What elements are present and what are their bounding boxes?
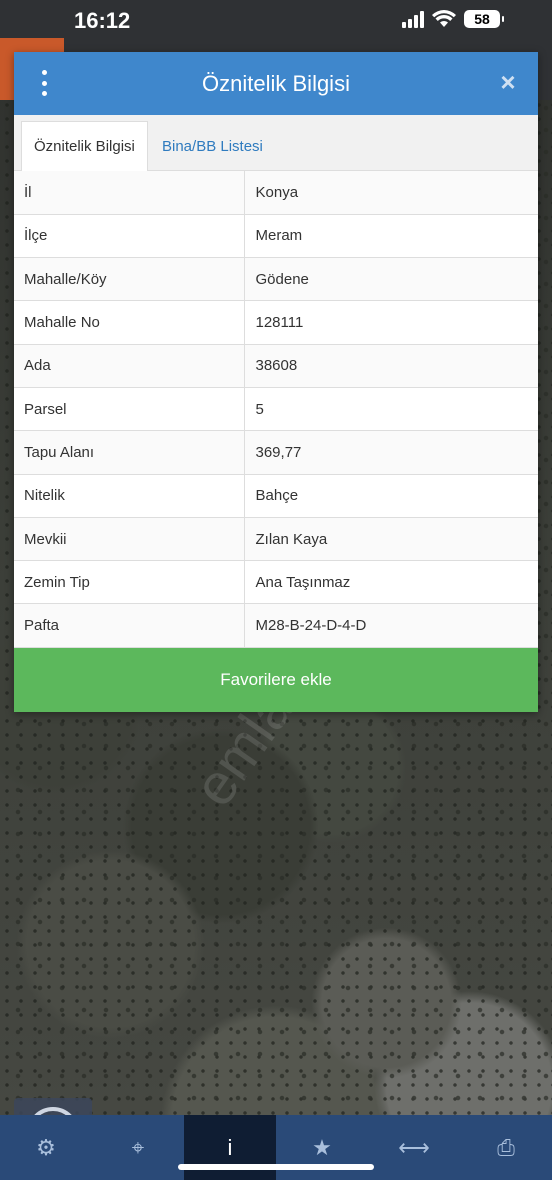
table-row: Nitelik Bahçe (14, 474, 538, 518)
attribute-value: M28-B-24-D-4-D (244, 603, 538, 648)
table-row: Mahalle No 128111 (14, 300, 538, 345)
crosshair-icon[interactable]: ⌖ (92, 1115, 184, 1180)
table-row: İl Konya (14, 171, 538, 215)
attribute-value: 38608 (244, 344, 538, 388)
status-time: 16:12 (74, 8, 131, 33)
gear-icon[interactable]: ⚙ (0, 1115, 92, 1180)
attribute-value: Ana Taşınmaz (244, 560, 538, 605)
dialog-title: Öznitelik Bilgisi (202, 70, 350, 96)
status-bar: 16:12 58 (0, 0, 552, 42)
info-icon[interactable]: i (184, 1115, 276, 1180)
attribute-key: Tapu Alanı (14, 430, 245, 475)
dialog-header: Öznitelik Bilgisi × (14, 52, 538, 115)
attribute-key: Pafta (14, 603, 245, 648)
attribute-key: İl (14, 171, 245, 215)
table-row: Pafta M28-B-24-D-4-D (14, 603, 538, 648)
table-row: Mevkii Zılan Kaya (14, 517, 538, 562)
attribute-value: 369,77 (244, 430, 538, 475)
close-icon[interactable]: × (494, 68, 522, 96)
attribute-key: Ada (14, 344, 245, 388)
table-row: Zemin Tip Ana Taşınmaz (14, 560, 538, 605)
attribute-key: Zemin Tip (14, 560, 245, 605)
table-row: Ada 38608 (14, 344, 538, 388)
tab-attribute-info[interactable]: Öznitelik Bilgisi (21, 121, 148, 171)
wifi-icon (432, 10, 456, 27)
signal-icon (402, 10, 424, 28)
status-icons: 58 (402, 10, 504, 28)
add-favorite-button[interactable]: Favorilere ekle (14, 648, 538, 712)
table-row: Parsel 5 (14, 387, 538, 432)
attribute-value: 5 (244, 387, 538, 432)
table-row: Mahalle/Köy Gödene (14, 257, 538, 302)
table-row: İlçe Meram (14, 214, 538, 259)
attribute-value: Konya (244, 171, 538, 215)
print-icon[interactable]: ⎙ (460, 1115, 552, 1180)
attribute-table: İl Konya İlçe Meram Mahalle/Köy Gödene Mahalle… (14, 171, 538, 648)
attribute-key: Parsel (14, 387, 245, 432)
tab-bar: Öznitelik Bilgisi Bina/BB Listesi (14, 115, 538, 171)
attribute-key: İlçe (14, 214, 245, 259)
star-icon[interactable]: ★ (276, 1115, 368, 1180)
attribute-key: Mahalle No (14, 300, 245, 345)
attribute-value: Meram (244, 214, 538, 259)
home-indicator (178, 1164, 374, 1170)
measure-icon[interactable]: ⟷ (368, 1115, 460, 1180)
attribute-value: 128111 (244, 300, 538, 345)
attribute-value: Gödene (244, 257, 538, 302)
tab-building-list[interactable]: Bina/BB Listesi (150, 121, 275, 171)
more-menu-icon[interactable] (38, 70, 50, 96)
battery-icon: 58 (464, 10, 504, 28)
table-row: Tapu Alanı 369,77 (14, 430, 538, 475)
attribute-value: Zılan Kaya (244, 517, 538, 562)
attribute-value: Bahçe (244, 474, 538, 518)
bottom-toolbar: ⚙ ⌖ i ★ ⟷ ⎙ (0, 1115, 552, 1180)
attribute-key: Mahalle/Köy (14, 257, 245, 302)
attribute-dialog: Öznitelik Bilgisi × Öznitelik Bilgisi Bi… (14, 52, 538, 712)
attribute-key: Nitelik (14, 474, 245, 518)
attribute-key: Mevkii (14, 517, 245, 562)
